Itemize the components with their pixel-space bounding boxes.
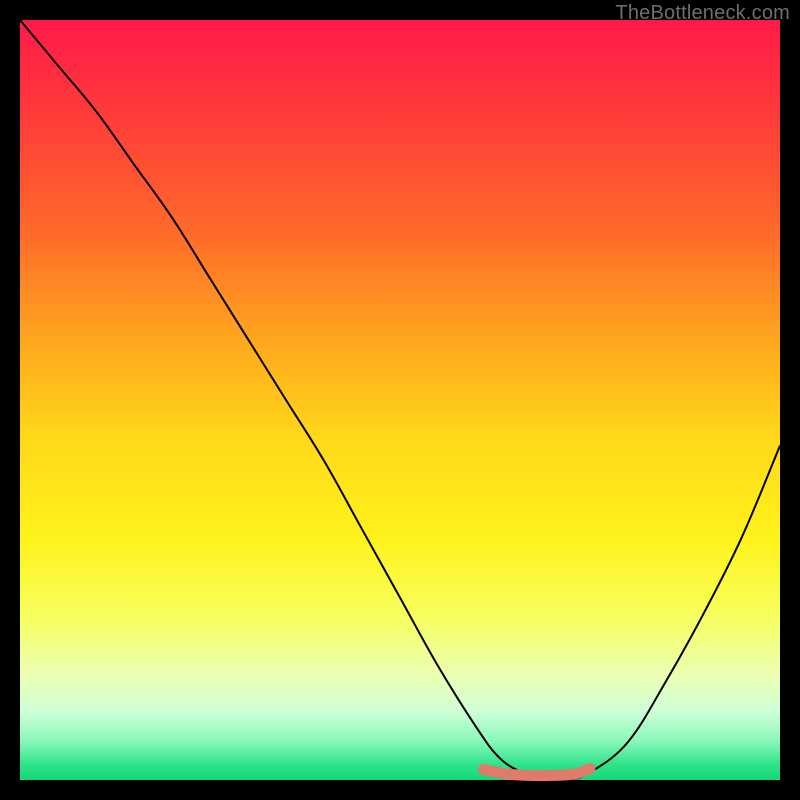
chart-svg [20, 20, 780, 780]
optimal-band [484, 769, 590, 776]
plot-background [20, 20, 780, 780]
bottleneck-curve [20, 20, 780, 781]
chart-stage: TheBottleneck.com [0, 0, 800, 800]
